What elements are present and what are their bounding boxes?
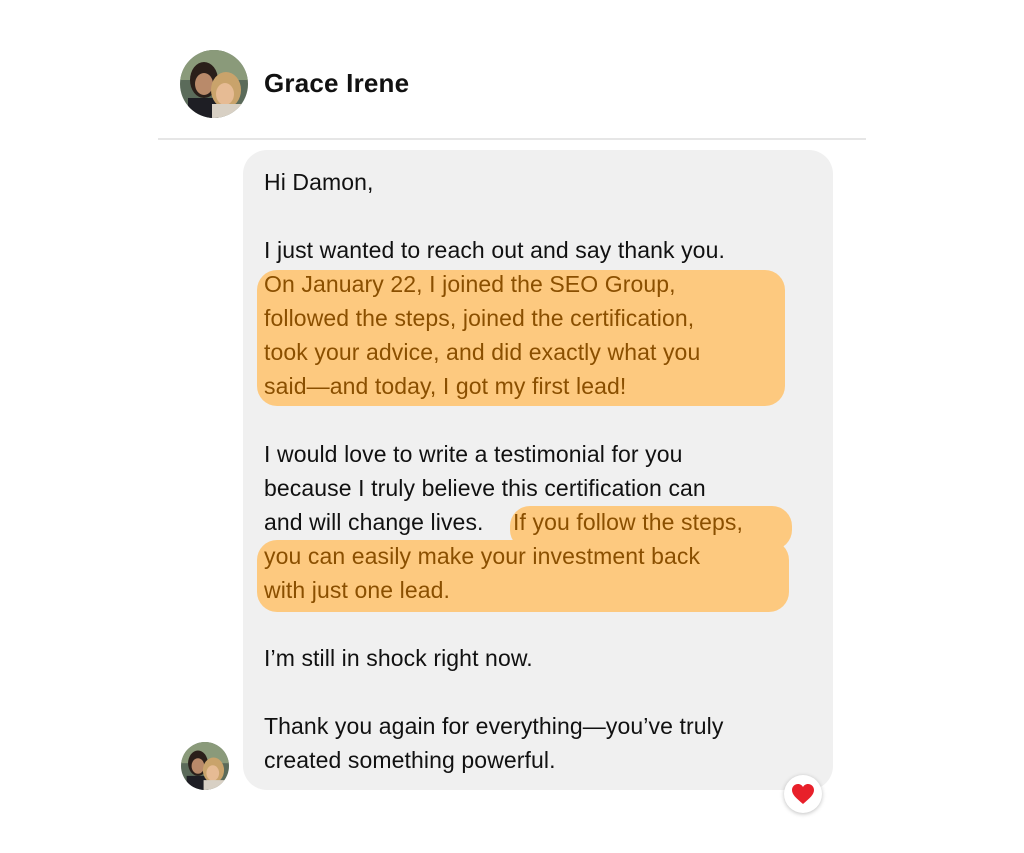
contact-avatar[interactable] <box>180 50 248 118</box>
highlighted-line-3: took your advice, and did exactly what y… <box>264 339 701 365</box>
message-line-2: I just wanted to reach out and say thank… <box>264 237 725 263</box>
highlighted-line-6: you can easily make your investment back <box>264 543 701 569</box>
message-line-1: Hi Damon, <box>264 169 374 195</box>
sender-avatar[interactable] <box>181 742 229 790</box>
highlighted-line-4: said—and today, I got my first lead! <box>264 373 627 399</box>
message-line-9: and will change lives. <box>264 509 484 535</box>
profile-photo-icon <box>181 742 229 790</box>
message-line-14: Thank you again for everything—you’ve tr… <box>264 713 724 739</box>
highlighted-line-2: followed the steps, joined the certifica… <box>264 305 695 331</box>
chat-header: Grace Irene <box>158 30 866 140</box>
highlighted-line-7: with just one lead. <box>264 577 451 603</box>
heart-reaction[interactable] <box>784 775 822 813</box>
message-line-13: I’m still in shock right now. <box>264 645 533 671</box>
heart-icon <box>792 784 814 804</box>
profile-photo-icon <box>180 50 248 118</box>
contact-name[interactable]: Grace Irene <box>264 68 409 99</box>
message-line-7: I would love to write a testimonial for … <box>264 441 683 467</box>
message-line-15: created something powerful. <box>264 747 556 773</box>
highlighted-line-5: If you follow the steps, <box>513 509 743 535</box>
message-line-8: because I truly believe this certificati… <box>264 475 706 501</box>
highlighted-line-1: On January 22, I joined the SEO Group, <box>264 271 676 297</box>
